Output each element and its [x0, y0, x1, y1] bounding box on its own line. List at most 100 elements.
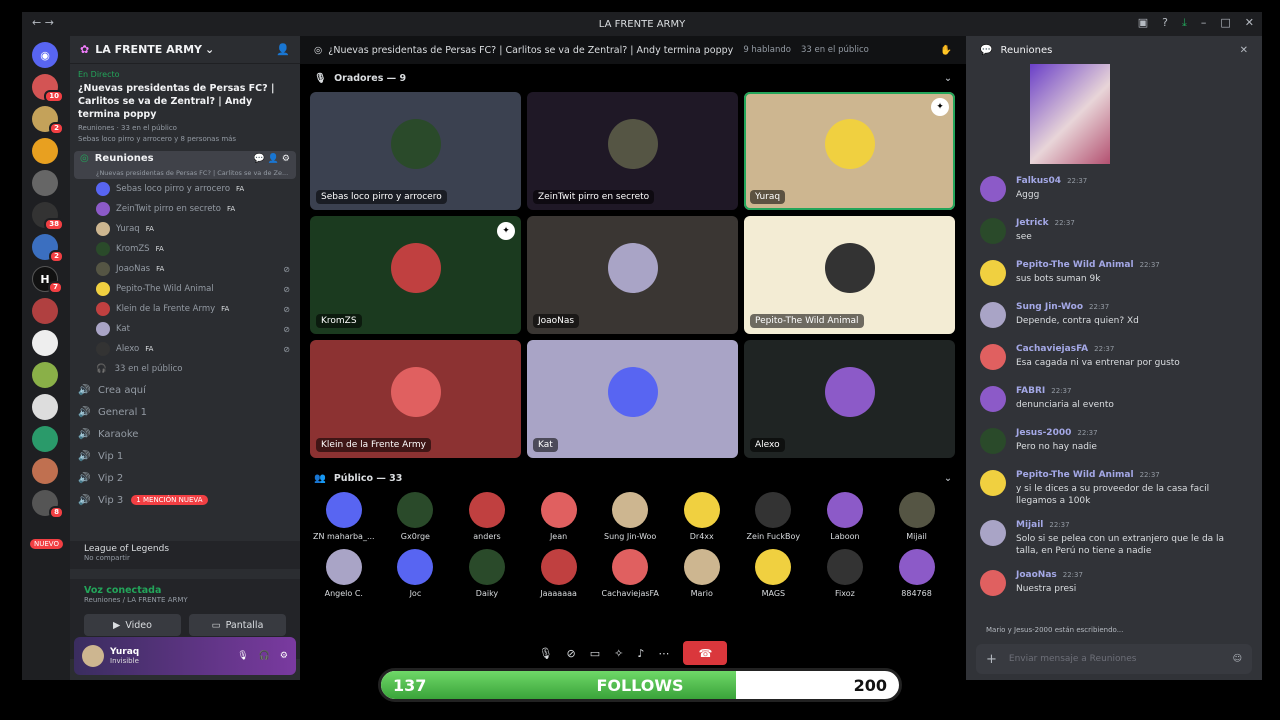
chat-message[interactable]: Mijail 22:37 Solo si se pelea con un extra… — [966, 516, 1262, 566]
new-pill[interactable]: NUEVO — [30, 539, 63, 549]
voice-channel[interactable]: 🔊 General 1 — [70, 401, 300, 423]
server-8[interactable] — [32, 298, 58, 324]
server-7[interactable]: H7 — [32, 266, 63, 294]
invite-icon[interactable]: 👤 — [276, 43, 290, 56]
microphone-icon[interactable]: 🎙 — [237, 651, 248, 661]
maximize-icon[interactable]: □ — [1220, 16, 1230, 30]
server-11[interactable] — [32, 394, 58, 420]
speaker-tile[interactable]: Yuraq ✦ — [744, 92, 955, 210]
raise-hand-icon[interactable]: ✋ — [940, 45, 952, 56]
chat-message[interactable]: Jetrick 22:37 see — [966, 214, 1262, 256]
voice-user[interactable]: Sebas loco pirro y arrocero FA — [70, 179, 300, 199]
chat-message[interactable]: Pepito-The Wild Animal 22:37 y si le dices… — [966, 466, 1262, 516]
voice-channel[interactable]: 🔊 Vip 2 — [70, 467, 300, 489]
voice-channel[interactable]: 🔊 Karaoke — [70, 423, 300, 445]
live-card[interactable]: En Directo ¿Nuevas presidentas de Persas… — [78, 70, 292, 143]
channel-reuniones[interactable]: ◎ Reuniones 💬 👤 ⚙ ¿Nuevas presidentas de… — [74, 151, 296, 179]
public-header[interactable]: 👥 Público — 33 ⌄ — [300, 464, 966, 492]
microphone-icon[interactable]: 🎙 — [539, 647, 553, 660]
audience-member[interactable]: Laboon — [809, 492, 881, 541]
screen-share-button[interactable]: ▭ Pantalla — [189, 614, 286, 636]
voice-user[interactable]: JoaoNas FA ⊘ — [70, 259, 300, 279]
speaker-tile[interactable]: ZeinTwit pirro en secreto — [527, 92, 738, 210]
audience-member[interactable]: CachaviejasFA — [594, 549, 666, 598]
chevron-down-icon[interactable]: ⌄ — [944, 73, 952, 84]
speaker-tile[interactable]: Sebas loco pirro y arrocero — [310, 92, 521, 210]
channel-audience[interactable]: 🎧 33 en el público — [70, 359, 300, 379]
home-icon[interactable]: ◉ — [32, 42, 58, 68]
voice-user[interactable]: Alexo FA ⊘ — [70, 339, 300, 359]
speaker-tile[interactable]: KromZS ✦ — [310, 216, 521, 334]
minimize-icon[interactable]: – — [1201, 16, 1207, 30]
chat-message[interactable]: Jesus-2000 22:37 Pero no hay nadie — [966, 424, 1262, 466]
server-10[interactable] — [32, 362, 58, 388]
voice-user[interactable]: Pepito-The Wild Animal ⊘ — [70, 279, 300, 299]
audience-member[interactable]: Zein FuckBoy — [738, 492, 810, 541]
audience-member[interactable]: Sung Jin-Woo — [594, 492, 666, 541]
voice-user[interactable]: KromZS FA — [70, 239, 300, 259]
audience-member[interactable]: anders — [451, 492, 523, 541]
close-icon[interactable]: ✕ — [1245, 16, 1254, 30]
chat-message[interactable]: JoaoNas 22:37 Nuestra presi — [966, 566, 1262, 608]
activity-panel[interactable]: League of Legends No compartir — [70, 541, 300, 569]
chat-input[interactable]: + Enviar mensaje a Reuniones ☺ — [976, 644, 1252, 674]
audience-member[interactable]: Mario — [666, 549, 738, 598]
voice-user[interactable]: ZeinTwit pirro en secreto FA — [70, 199, 300, 219]
voice-channel[interactable]: 🔊 Crea aquí — [70, 379, 300, 401]
audience-member[interactable]: Fixoz — [809, 549, 881, 598]
audience-member[interactable]: Jaaaaaaa — [523, 549, 595, 598]
guild-header[interactable]: ✿ LA FRENTE ARMY ⌄ 👤 — [70, 36, 300, 64]
audience-member[interactable]: Joc — [380, 549, 452, 598]
download-icon[interactable]: ⤓ — [1182, 16, 1187, 30]
server-12[interactable] — [32, 426, 58, 452]
voice-user[interactable]: Klein de la Frente Army FA ⊘ — [70, 299, 300, 319]
gear-icon[interactable]: ⚙ — [280, 651, 288, 661]
chat-message[interactable]: FABRI 22:37 denunciaria al evento — [966, 382, 1262, 424]
speaker-tile[interactable]: Kat — [527, 340, 738, 458]
disconnect-button[interactable]: ☎ — [683, 641, 728, 665]
audience-member[interactable]: Gx0rge — [380, 492, 452, 541]
audience-member[interactable]: MAGS — [738, 549, 810, 598]
chat-message[interactable]: Falkus04 22:37 Aggg — [966, 172, 1262, 214]
channel-actions-icons[interactable]: 💬 👤 ⚙ — [254, 154, 290, 164]
image-attachment[interactable] — [1030, 64, 1110, 164]
server-14[interactable]: 8 — [32, 490, 64, 519]
user-panel[interactable]: Yuraq Invisible 🎙 🎧 ⚙ — [74, 637, 296, 675]
audience-member[interactable]: Jean — [523, 492, 595, 541]
more-icon[interactable]: ⋯ — [658, 647, 669, 660]
voice-channel[interactable]: 🔊 Vip 1 — [70, 445, 300, 467]
help-icon[interactable]: ? — [1162, 16, 1168, 30]
chevron-down-icon[interactable]: ⌄ — [944, 473, 952, 484]
close-icon[interactable]: ✕ — [1240, 45, 1248, 56]
audience-member[interactable]: ZN maharba_... — [308, 492, 380, 541]
server-6[interactable]: 2 — [32, 234, 64, 263]
mention-badge[interactable]: 1 MENCIÓN NUEVA — [131, 495, 208, 505]
chat-message[interactable]: Sung Jin-Woo 22:37 Depende, contra quien? … — [966, 298, 1262, 340]
audience-member[interactable]: Daiky — [451, 549, 523, 598]
inbox-icon[interactable]: ▣ — [1138, 16, 1148, 30]
audience-member[interactable]: Mijail — [881, 492, 953, 541]
chat-message[interactable]: CachaviejasFA 22:37 Esa cagada ni va entre… — [966, 340, 1262, 382]
soundboard-icon[interactable]: ♪ — [637, 647, 644, 660]
headphones-icon[interactable]: 🎧 — [259, 651, 270, 661]
speakers-header[interactable]: 🎙 Oradores — 9 ⌄ — [300, 64, 966, 92]
server-4[interactable] — [32, 170, 58, 196]
audience-member[interactable]: Angelo C. — [308, 549, 380, 598]
speaker-tile[interactable]: Pepito-The Wild Animal — [744, 216, 955, 334]
screen-share-icon[interactable]: ▭ — [590, 647, 600, 660]
server-13[interactable] — [32, 458, 58, 484]
server-3[interactable] — [32, 138, 58, 164]
speaker-tile[interactable]: Klein de la Frente Army — [310, 340, 521, 458]
speaker-tile[interactable]: JoaoNas — [527, 216, 738, 334]
server-5[interactable]: 38 — [32, 202, 64, 231]
emoji-icon[interactable]: ☺ — [1233, 654, 1242, 664]
server-9[interactable] — [32, 330, 58, 356]
voice-channel[interactable]: 🔊 Vip 3 1 MENCIÓN NUEVA — [70, 489, 300, 511]
activity-icon[interactable]: ✧ — [614, 647, 623, 660]
server-1[interactable]: 10 — [32, 74, 64, 103]
voice-user[interactable]: Kat ⊘ — [70, 319, 300, 339]
chat-message[interactable]: Pepito-The Wild Animal 22:37 sus bots suma… — [966, 256, 1262, 298]
server-2[interactable]: 2 — [32, 106, 64, 135]
audience-member[interactable]: Dr4xx — [666, 492, 738, 541]
speaker-tile[interactable]: Alexo — [744, 340, 955, 458]
